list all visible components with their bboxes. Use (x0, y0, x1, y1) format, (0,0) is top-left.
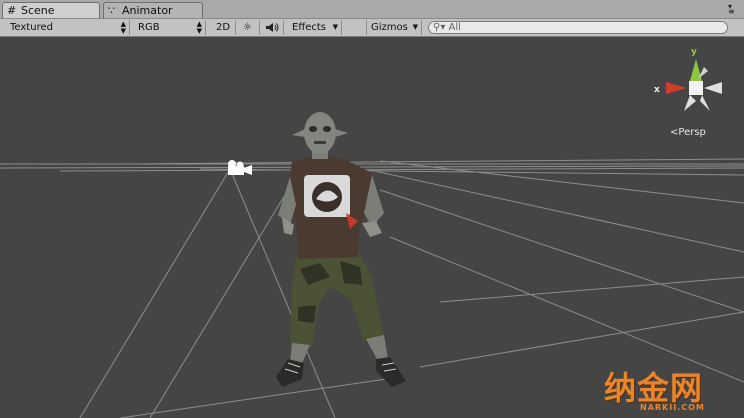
tab-animator-label: Animator (122, 4, 173, 17)
tab-scene-label: Scene (21, 4, 55, 17)
updown-arrows-icon: ▲ ▼ (120, 20, 126, 35)
toggle-2d-label: 2D (216, 22, 231, 33)
zombie-character[interactable] (276, 112, 406, 387)
gizmo-y-label: y (691, 47, 697, 57)
camera-icon[interactable] (228, 160, 252, 175)
audio-toggle-button[interactable] (260, 20, 284, 35)
render-mode-dropdown[interactable]: RGB ▲ ▼ (134, 20, 206, 35)
tab-scene[interactable]: # Scene (2, 2, 100, 18)
scene-canvas[interactable]: y x (0, 37, 744, 418)
draw-mode-dropdown[interactable]: Textured ▲ ▼ (6, 20, 130, 35)
projection-label: Persp (678, 127, 706, 138)
gizmos-dropdown[interactable]: Gizmos ▼ (366, 20, 422, 35)
watermark-logo: 纳金网 NARKII.COM (604, 363, 740, 415)
sun-icon: ☼ (243, 22, 252, 33)
tab-animator[interactable]: ∵ Animator (103, 2, 203, 18)
scene-viewport[interactable]: y x <Persp 纳金网 NARKII.COM (0, 37, 744, 418)
projection-toggle[interactable]: <Persp (670, 127, 706, 138)
grid-icon: # (7, 4, 17, 17)
lighting-toggle-button[interactable]: ☼ (236, 20, 260, 35)
search-icon: ⚲▾ (433, 22, 446, 33)
watermark-subtext: NARKII.COM (640, 403, 705, 412)
orientation-gizmo[interactable]: y x (654, 47, 722, 111)
tab-menu-icon[interactable]: ▾ ≡ (728, 3, 740, 16)
speaker-icon (265, 23, 278, 32)
updown-arrows-icon: ▲ ▼ (196, 20, 202, 35)
chevron-down-icon: ▼ (332, 23, 338, 31)
effects-dropdown[interactable]: Effects ▼ (288, 20, 342, 35)
toggle-2d-button[interactable]: 2D (212, 20, 236, 35)
animator-icon: ∵ (108, 4, 115, 17)
render-mode-value: RGB (138, 22, 160, 33)
chevron-down-icon: ▼ (412, 23, 418, 31)
scene-search-input[interactable]: ⚲▾ All (428, 21, 728, 34)
gizmo-x-label: x (654, 85, 660, 95)
effects-label: Effects (292, 22, 326, 33)
scene-toolbar: Textured ▲ ▼ RGB ▲ ▼ 2D ☼ Effects ▼ Gizmos… (0, 19, 744, 37)
search-placeholder: All (448, 22, 461, 33)
gizmos-label: Gizmos (371, 22, 408, 33)
tab-bar: # Scene ∵ Animator ▾ ≡ (0, 0, 744, 19)
draw-mode-value: Textured (10, 22, 53, 33)
